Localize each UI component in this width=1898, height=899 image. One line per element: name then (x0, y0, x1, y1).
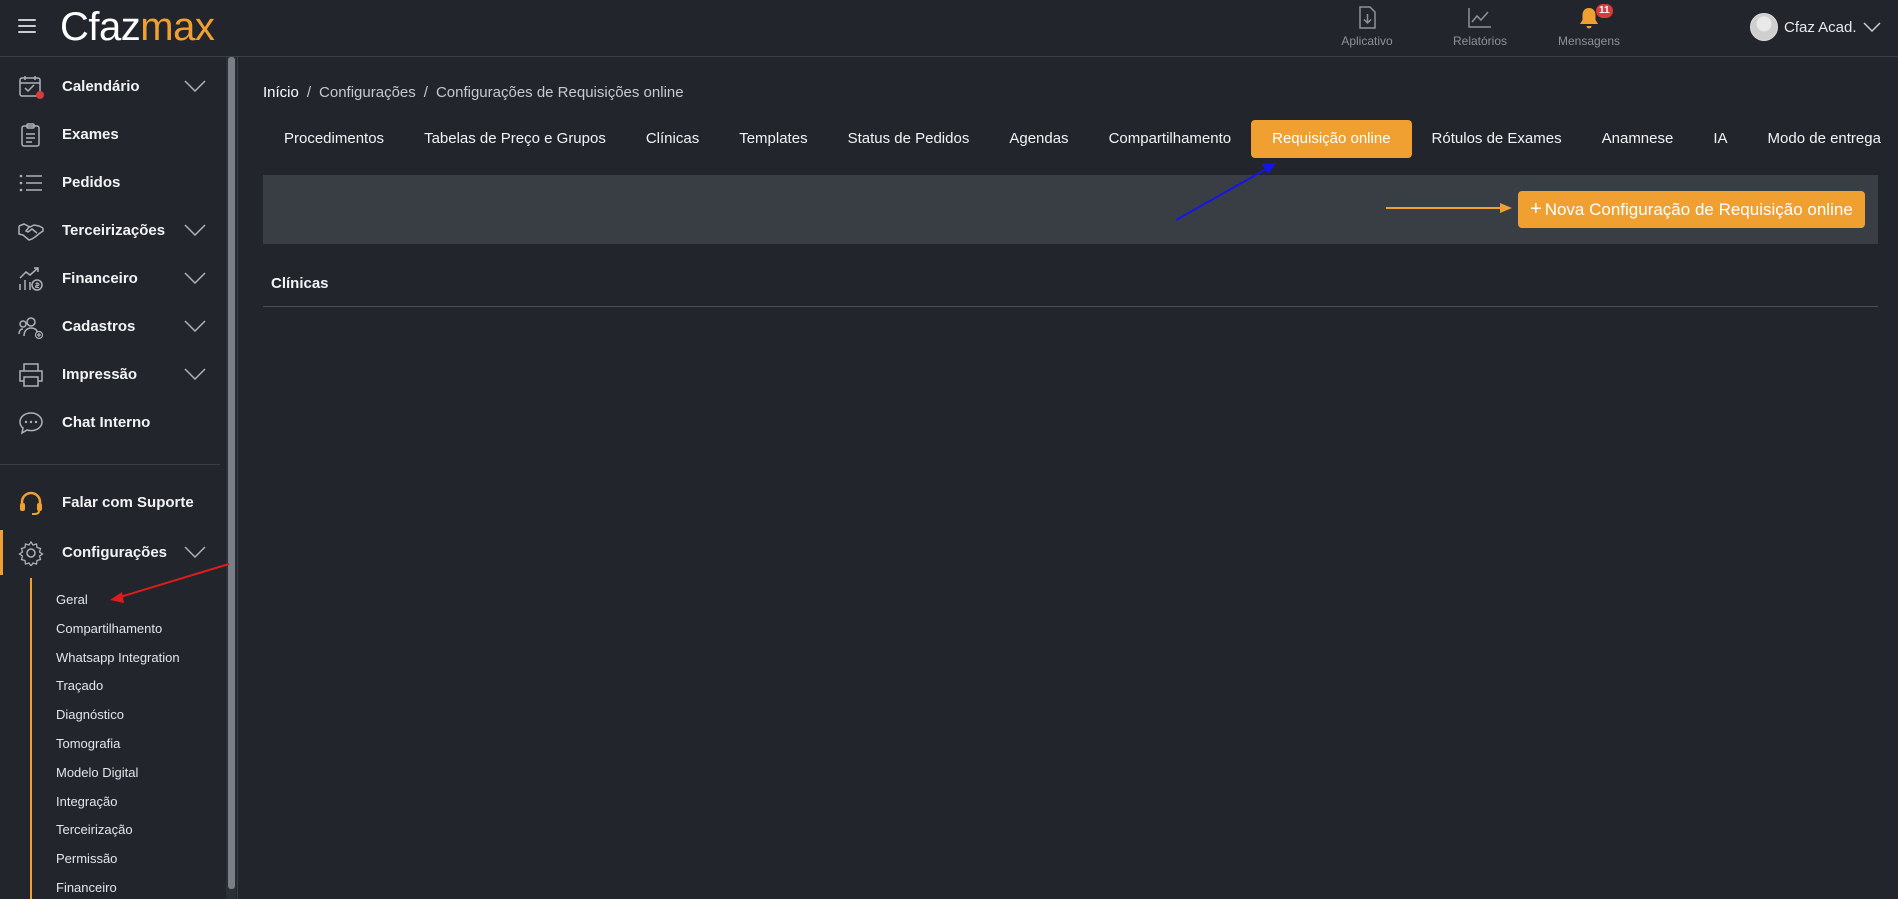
tab-status-pedidos[interactable]: Status de Pedidos (828, 120, 990, 158)
tab-agendas[interactable]: Agendas (989, 120, 1088, 158)
messages-label: Mensagens (1557, 34, 1621, 48)
sidebar-item-impressao[interactable]: Impressão (0, 350, 220, 398)
sidebar-item-suporte[interactable]: Falar com Suporte (0, 478, 220, 526)
submenu-item-permissao[interactable]: Permissão (56, 851, 117, 866)
users-icon (18, 317, 44, 340)
chart-line-icon (1468, 8, 1491, 28)
plus-icon: + (1530, 198, 1542, 220)
sidebar-item-label: Cadastros (62, 317, 136, 335)
sidebar-item-label: Falar com Suporte (62, 493, 194, 511)
breadcrumb-configuracoes[interactable]: Configurações (319, 84, 416, 101)
handshake-icon (18, 223, 44, 241)
tab-clinicas[interactable]: Clínicas (626, 120, 719, 158)
new-button-label: Nova Configuração de Requisição online (1544, 200, 1853, 219)
user-menu[interactable]: Cfaz Acad. (1750, 12, 1881, 42)
tab-procedimentos[interactable]: Procedimentos (263, 120, 404, 158)
breadcrumb-home[interactable]: Início (263, 84, 299, 101)
sidebar-item-label: Impressão (62, 365, 138, 383)
sidebar-item-label: Exames (62, 125, 119, 143)
gear-icon (18, 540, 44, 566)
messages-badge: 11 (1596, 4, 1613, 18)
settings-tabs: Procedimentos Tabelas de Preço e Grupos … (263, 120, 1898, 158)
tab-ia[interactable]: IA (1693, 120, 1747, 158)
submenu-item-compartilhamento[interactable]: Compartilhamento (56, 621, 162, 636)
hamburger-menu-icon[interactable] (18, 19, 36, 33)
chevron-down-icon (184, 224, 206, 236)
tab-rotulos-exames[interactable]: Rótulos de Exames (1412, 120, 1582, 158)
printer-icon (19, 363, 43, 387)
sidebar-item-pedidos[interactable]: Pedidos (0, 158, 220, 206)
breadcrumb-current: Configurações de Requisições online (435, 84, 684, 101)
submenu-item-financeiro[interactable]: Financeiro (56, 880, 117, 895)
breadcrumb-separator: / (423, 84, 428, 101)
top-bar: Cfazmax Aplicativo Relatórios 11 Mensage… (0, 0, 1898, 57)
list-icon (19, 174, 42, 192)
sidebar-item-exames[interactable]: Exames (0, 110, 220, 158)
chevron-down-icon (184, 320, 206, 332)
sidebar-item-label: Chat Interno (62, 413, 151, 431)
tab-anamnese[interactable]: Anamnese (1582, 120, 1694, 158)
user-name: Cfaz Acad. (1784, 18, 1857, 36)
submenu-item-tracado[interactable]: Traçado (56, 678, 103, 693)
sidebar-item-label: Calendário (62, 77, 140, 95)
app-download-button[interactable]: Aplicativo (1317, 6, 1417, 54)
blue-arrowhead (1262, 163, 1276, 174)
breadcrumb: Início / Configurações / Configurações de Re… (263, 84, 684, 101)
chat-icon (19, 412, 43, 435)
messages-button[interactable]: 11 Mensagens (1539, 4, 1639, 54)
section-divider (263, 306, 1878, 307)
sidebar-item-terceirizacoes[interactable]: Terceirizações (0, 206, 220, 254)
reports-label: Relatórios (1452, 34, 1508, 48)
chevron-down-icon (184, 368, 206, 380)
sidebar-scrollbar-thumb[interactable] (228, 57, 235, 889)
sidebar-item-label: Pedidos (62, 173, 121, 191)
breadcrumb-separator: / (306, 84, 312, 101)
tab-compartilhamento[interactable]: Compartilhamento (1089, 120, 1252, 158)
tab-modo-entrega[interactable]: Modo de entrega (1748, 120, 1898, 158)
sidebar-item-label: Configurações (62, 543, 168, 561)
section-title: Clínicas (271, 275, 329, 292)
download-icon (1359, 6, 1376, 29)
sidebar-item-calendario[interactable]: Calendário (0, 62, 220, 110)
sidebar-item-cadastros[interactable]: Cadastros (0, 302, 220, 350)
sidebar-item-label: Terceirizações (62, 221, 166, 239)
submenu-item-modelo-digital[interactable]: Modelo Digital (56, 765, 138, 780)
clipboard-icon (21, 123, 40, 147)
tab-requisicao-online[interactable]: Requisição online (1251, 120, 1412, 158)
sidebar-item-configuracoes[interactable]: Configurações (0, 528, 220, 576)
logo-text-accent: max (140, 5, 215, 49)
reports-button[interactable]: Relatórios (1430, 6, 1530, 54)
sidebar-item-chat-interno[interactable]: Chat Interno (0, 398, 220, 446)
calendar-icon (19, 76, 44, 99)
app-logo[interactable]: Cfazmax (60, 4, 215, 50)
app-download-label: Aplicativo (1341, 34, 1393, 48)
submenu-item-geral[interactable]: Geral (56, 592, 88, 607)
sidebar-item-financeiro[interactable]: Financeiro (0, 254, 220, 302)
tab-templates[interactable]: Templates (719, 120, 827, 158)
submenu-item-terceirizacao[interactable]: Terceirização (56, 822, 133, 837)
submenu-item-whatsapp[interactable]: Whatsapp Integration (56, 650, 180, 665)
headset-icon (20, 491, 42, 515)
sidebar: Calendário Exames Pedidos Terceirizações… (0, 57, 238, 899)
avatar (1750, 13, 1778, 41)
new-online-requisition-config-button[interactable]: + Nova Configuração de Requisição online (1518, 191, 1865, 228)
submenu-line (30, 578, 32, 899)
sidebar-divider (0, 464, 220, 465)
logo-text-primary: Cfaz (60, 5, 141, 49)
chevron-down-icon (1863, 22, 1881, 32)
sidebar-item-label: Financeiro (62, 269, 138, 287)
tab-tabelas-preco[interactable]: Tabelas de Preço e Grupos (404, 120, 626, 158)
submenu-item-tomografia[interactable]: Tomografia (56, 736, 120, 751)
submenu-item-diagnostico[interactable]: Diagnóstico (56, 707, 124, 722)
finance-icon (19, 267, 43, 291)
submenu-item-integracao[interactable]: Integração (56, 794, 117, 809)
chevron-down-icon (184, 80, 206, 92)
chevron-down-icon (184, 272, 206, 284)
chevron-down-icon (184, 546, 206, 558)
